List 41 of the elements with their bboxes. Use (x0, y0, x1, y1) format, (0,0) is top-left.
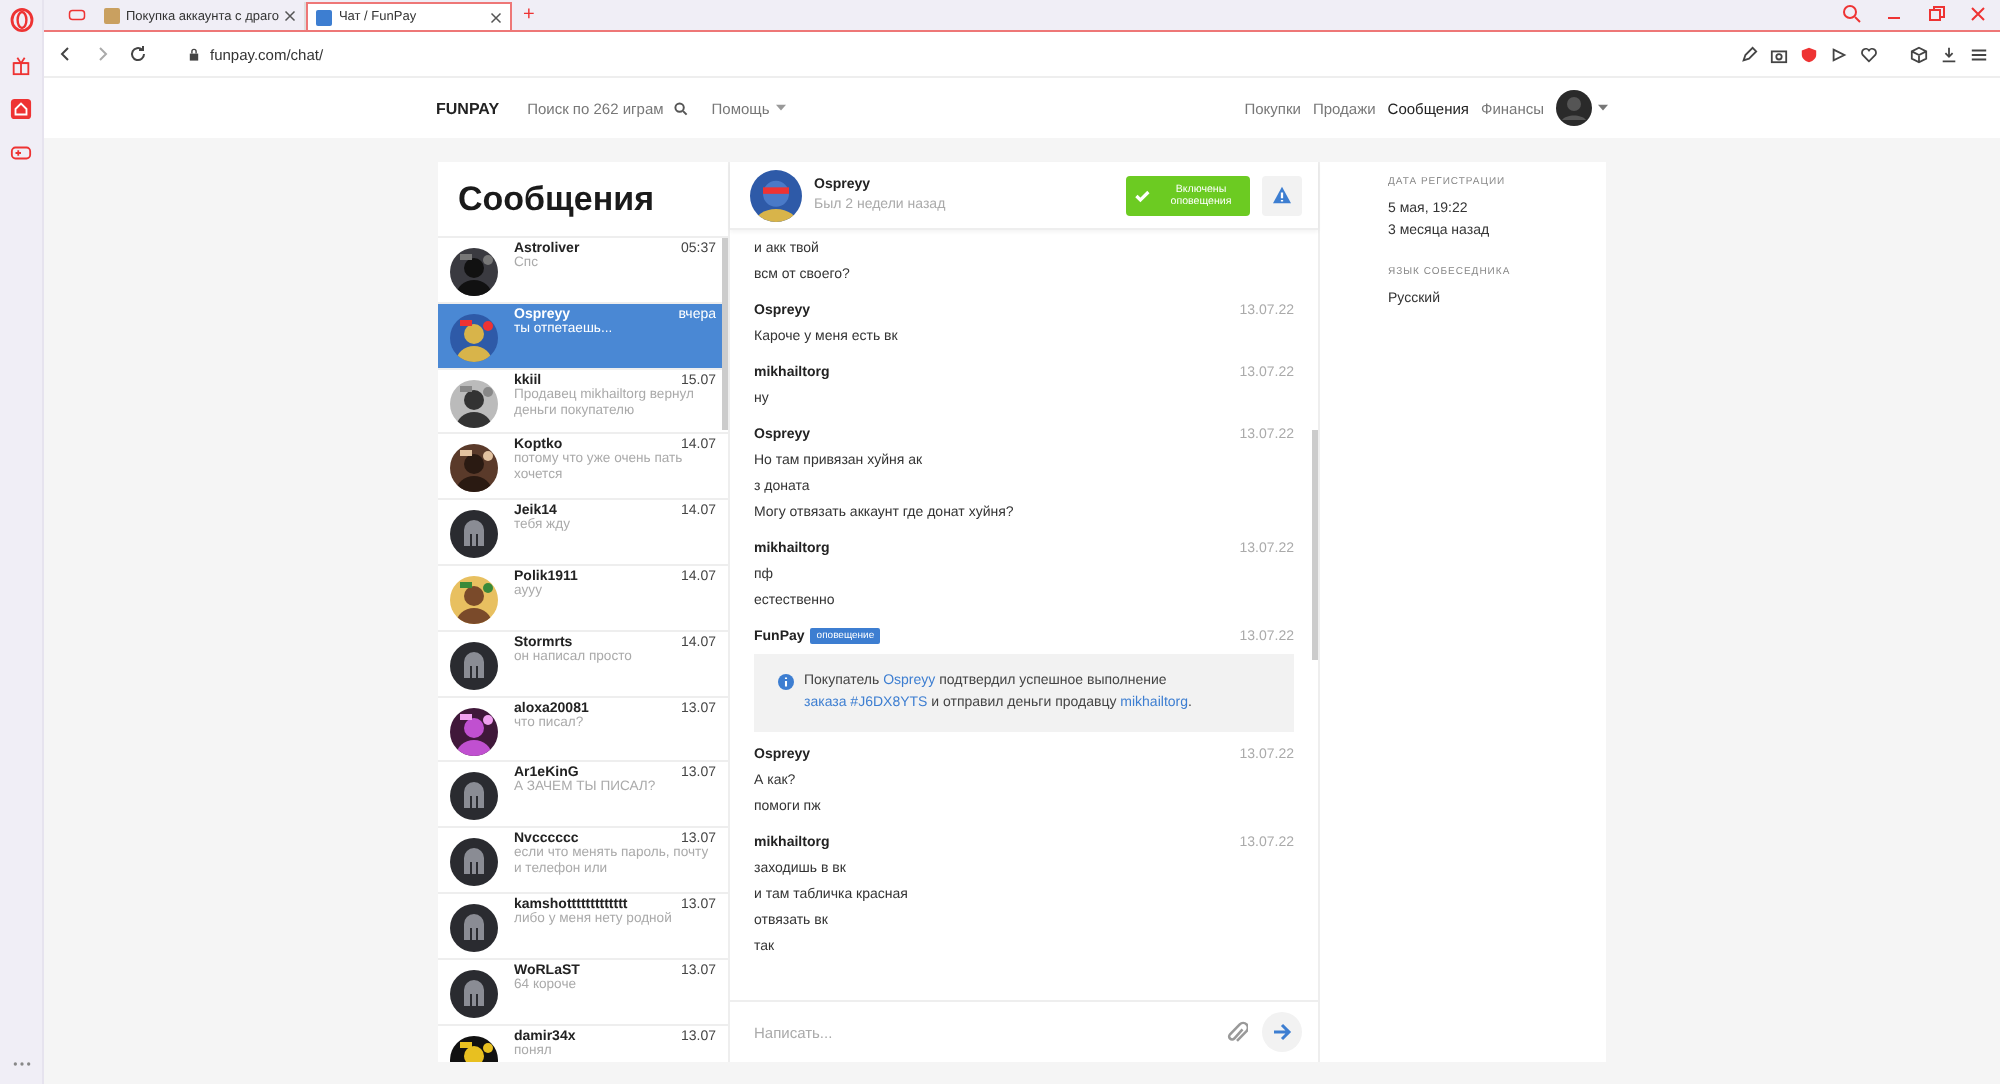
helmet-avatar-icon (450, 838, 498, 887)
warning-icon (1272, 186, 1292, 204)
restore-icon[interactable] (1926, 4, 1946, 24)
close-icon[interactable] (1968, 4, 1988, 24)
camera-icon[interactable] (1770, 45, 1788, 63)
scrollbar[interactable] (722, 238, 728, 430)
helmet-avatar-icon (450, 641, 498, 690)
new-tab-button[interactable]: + (522, 4, 535, 28)
send-button[interactable] (1262, 1012, 1302, 1052)
menu-icon[interactable] (1970, 45, 1988, 63)
helmet-avatar-icon (450, 903, 498, 952)
close-icon[interactable] (490, 11, 503, 23)
site-logo[interactable]: FUNPAY (436, 99, 500, 117)
opera-logo-icon[interactable] (9, 8, 33, 32)
helmet-avatar-icon (450, 510, 498, 559)
search-icon[interactable] (673, 101, 688, 115)
download-icon[interactable] (1940, 45, 1958, 63)
caret-icon[interactable] (1598, 104, 1608, 112)
close-icon[interactable] (284, 10, 297, 22)
caret-icon[interactable] (775, 104, 786, 112)
cube-icon[interactable] (1910, 45, 1928, 63)
gift-icon[interactable] (10, 54, 32, 76)
paperclip-icon[interactable] (1226, 1019, 1248, 1045)
shield-icon[interactable] (1800, 45, 1818, 63)
lock-icon (188, 47, 200, 61)
arrow-icon (1272, 1022, 1292, 1042)
helmet-avatar-icon (450, 969, 498, 1018)
info-icon (778, 674, 794, 690)
search-icon[interactable] (1842, 4, 1862, 24)
more-icon[interactable] (11, 1060, 31, 1068)
user-avatar-icon[interactable] (1556, 90, 1592, 126)
play-icon[interactable] (1830, 45, 1848, 63)
helmet-avatar-icon (450, 772, 498, 821)
check-icon (1134, 187, 1150, 203)
contacts-title: Сообщения (438, 162, 728, 238)
home-icon[interactable] (10, 98, 32, 120)
report-button[interactable] (1262, 175, 1302, 215)
scrollbar[interactable] (1312, 430, 1318, 660)
heart-icon[interactable] (1860, 45, 1878, 63)
pencil-icon[interactable] (1740, 45, 1758, 63)
reload-icon[interactable] (128, 44, 148, 64)
